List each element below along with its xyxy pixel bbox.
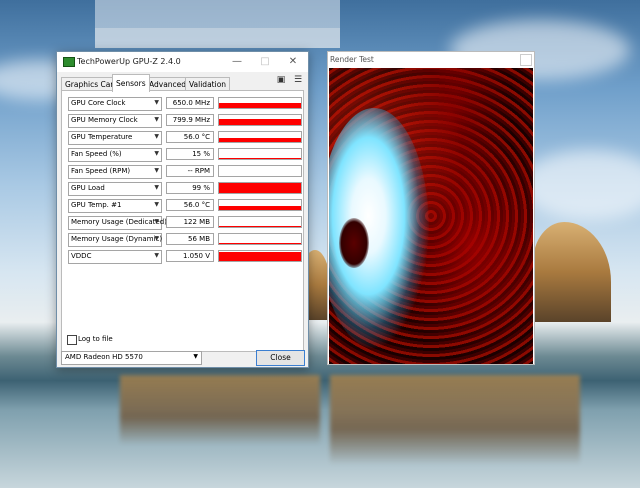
sensor-graph-fill <box>219 183 301 193</box>
sensor-graph <box>218 199 302 211</box>
sensor-dropdown[interactable]: VDDC ▼ <box>68 250 162 264</box>
sensor-row: Fan Speed (%) ▼ 15 % <box>68 148 302 162</box>
sensor-graph <box>218 250 302 262</box>
log-to-file-label: Log to file <box>78 335 113 343</box>
dropdown-arrow-icon: ▼ <box>154 133 159 140</box>
sensor-dropdown[interactable]: Fan Speed (RPM) ▼ <box>68 165 162 179</box>
dropdown-arrow-icon: ▼ <box>154 201 159 208</box>
chevron-down-icon: ▼ <box>193 353 198 360</box>
tab-sensors[interactable]: Sensors <box>112 74 150 92</box>
sensor-graph-fill <box>219 119 301 125</box>
dropdown-arrow-icon: ▼ <box>154 184 159 191</box>
sensor-value: 56 MB <box>166 233 214 245</box>
sensor-row: Memory Usage (Dedicated) ▼ 122 MB <box>68 216 302 230</box>
gpuz-window-title: TechPowerUp GPU-Z 2.4.0 <box>77 57 181 66</box>
dropdown-arrow-icon: ▼ <box>154 116 159 123</box>
gpuz-tabs: Graphics Card Sensors Advanced Validatio… <box>61 74 261 92</box>
sensor-graph-fill <box>219 225 301 227</box>
sensor-graph-fill <box>219 243 301 244</box>
sensor-row: GPU Memory Clock ▼ 799.9 MHz <box>68 114 302 128</box>
sensor-value: -- RPM <box>166 165 214 177</box>
sensor-row: GPU Load ▼ 99 % <box>68 182 302 196</box>
render-canvas <box>329 68 533 364</box>
gpuz-window: TechPowerUp GPU-Z 2.4.0 — □ ✕ Graphics C… <box>56 51 309 368</box>
render-test-title: Render Test <box>330 55 374 64</box>
sensor-value: 799.9 MHz <box>166 114 214 126</box>
sensor-graph-fill <box>219 102 301 108</box>
sensor-value: 56.0 °C <box>166 199 214 211</box>
cloud <box>520 150 640 220</box>
sensor-graph <box>218 114 302 126</box>
sensor-value: 650.0 MHz <box>166 97 214 109</box>
render-test-window: Render Test <box>327 51 535 365</box>
sensor-graph <box>218 131 302 143</box>
sensor-dropdown[interactable]: GPU Memory Clock ▼ <box>68 114 162 128</box>
sensor-row: GPU Temp. #1 ▼ 56.0 °C <box>68 199 302 213</box>
sensor-graph <box>218 233 302 245</box>
dropdown-arrow-icon: ▼ <box>154 235 159 242</box>
sensor-row: Memory Usage (Dynamic) ▼ 56 MB <box>68 233 302 247</box>
sensor-value: 99 % <box>166 182 214 194</box>
dropdown-arrow-icon: ▼ <box>154 218 159 225</box>
sensor-graph <box>218 165 302 177</box>
close-icon[interactable]: ✕ <box>280 54 306 70</box>
tab-validation[interactable]: Validation <box>185 77 231 91</box>
sensor-dropdown[interactable]: Fan Speed (%) ▼ <box>68 148 162 162</box>
dropdown-arrow-icon: ▼ <box>154 167 159 174</box>
sensor-row: Fan Speed (RPM) ▼ -- RPM <box>68 165 302 179</box>
sea-rock <box>533 222 611 322</box>
minimize-icon[interactable]: — <box>224 54 250 70</box>
sensor-graph-fill <box>219 157 301 159</box>
rock-reflection <box>120 375 320 445</box>
gpuz-app-icon <box>63 57 75 67</box>
sensor-value: 15 % <box>166 148 214 160</box>
close-button[interactable]: Close <box>256 350 305 366</box>
sensor-row: VDDC ▼ 1.050 V <box>68 250 302 264</box>
gpuz-titlebar[interactable]: TechPowerUp GPU-Z 2.4.0 — □ ✕ <box>57 52 308 72</box>
sensor-graph <box>218 148 302 160</box>
sensor-row: GPU Core Clock ▼ 650.0 MHz <box>68 97 302 111</box>
sensor-dropdown[interactable]: GPU Core Clock ▼ <box>68 97 162 111</box>
gpu-select-dropdown[interactable]: AMD Radeon HD 5570 ▼ <box>61 351 202 365</box>
sensor-dropdown[interactable]: GPU Load ▼ <box>68 182 162 196</box>
sensor-dropdown[interactable]: GPU Temp. #1 ▼ <box>68 199 162 213</box>
tab-advanced[interactable]: Advanced <box>145 77 191 91</box>
menu-icon[interactable]: ☰ <box>292 75 304 86</box>
rock-reflection <box>330 375 580 465</box>
sensor-dropdown[interactable]: GPU Temperature ▼ <box>68 131 162 145</box>
sensor-dropdown[interactable]: Memory Usage (Dedicated) ▼ <box>68 216 167 230</box>
sensor-graph <box>218 216 302 228</box>
sensor-value: 1.050 V <box>166 250 214 262</box>
background-window <box>95 0 340 48</box>
dropdown-arrow-icon: ▼ <box>154 150 159 157</box>
sensor-value: 122 MB <box>166 216 214 228</box>
fur-glow-hole <box>339 218 369 268</box>
sensor-graph-fill <box>219 206 301 210</box>
log-to-file-checkbox[interactable] <box>67 335 77 345</box>
sensor-graph <box>218 182 302 194</box>
sensor-graph-fill <box>219 251 301 261</box>
dropdown-arrow-icon: ▼ <box>154 252 159 259</box>
dropdown-arrow-icon: ▼ <box>154 99 159 106</box>
sensor-graph-fill <box>219 138 301 142</box>
sensor-graph <box>218 97 302 109</box>
sensor-dropdown[interactable]: Memory Usage (Dynamic) ▼ <box>68 233 162 247</box>
maximize-icon: □ <box>260 56 270 67</box>
gpu-select-value: AMD Radeon HD 5570 <box>65 353 143 361</box>
render-test-close-icon[interactable] <box>520 54 532 66</box>
camera-icon[interactable]: ▣ <box>275 75 287 86</box>
sensors-panel: GPU Core Clock ▼ 650.0 MHz GPU Memory Clo… <box>61 90 304 352</box>
sensor-value: 56.0 °C <box>166 131 214 143</box>
sensor-row: GPU Temperature ▼ 56.0 °C <box>68 131 302 145</box>
